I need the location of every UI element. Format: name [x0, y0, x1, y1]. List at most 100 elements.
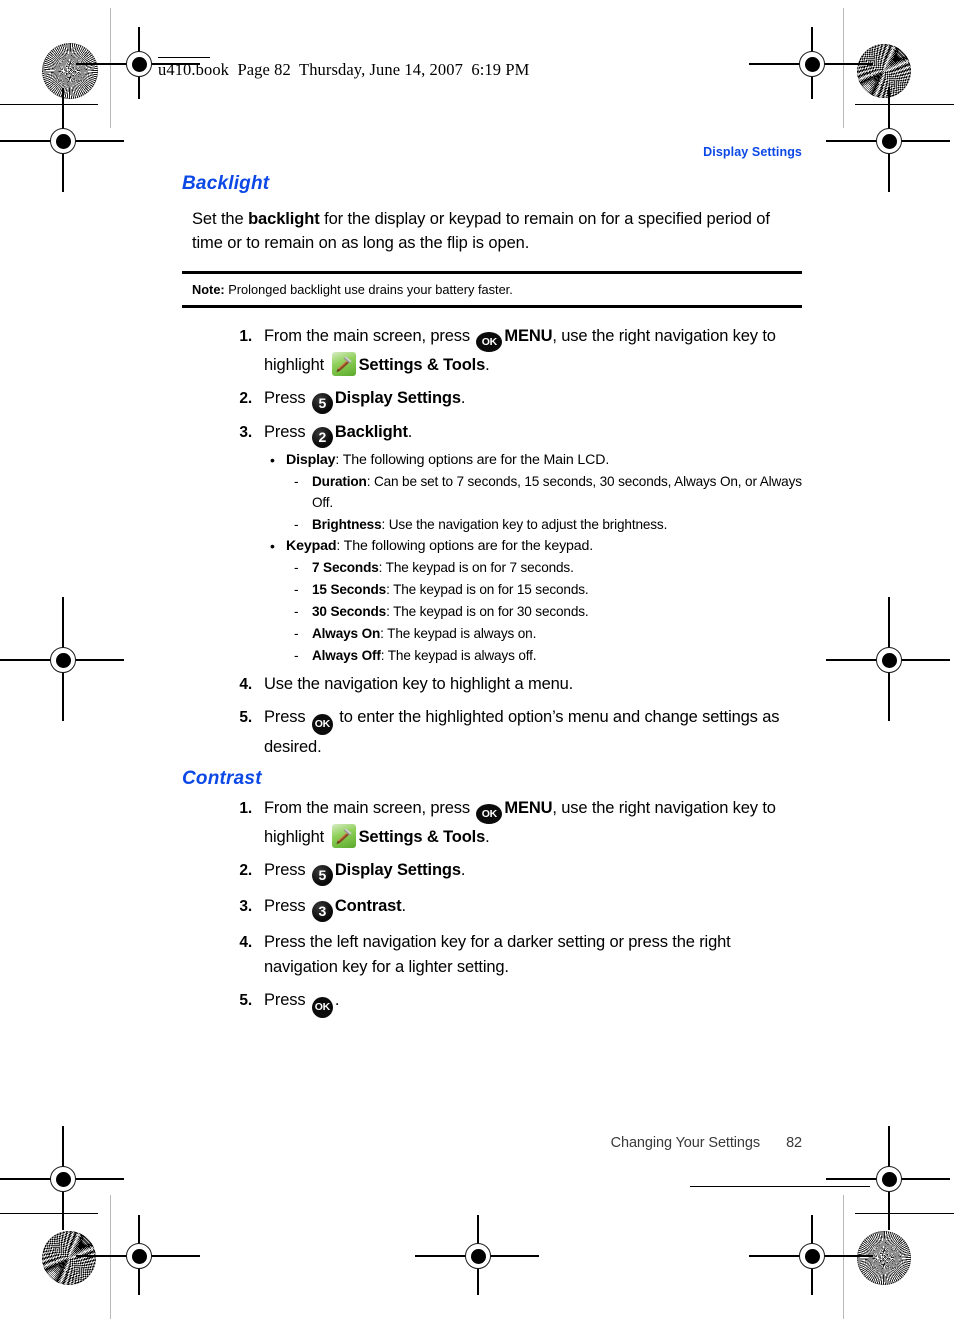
footer-chapter: Changing Your Settings — [610, 1135, 760, 1151]
dash-marker: - — [294, 582, 299, 597]
step-item: 2. Press 5 Display Settings. — [182, 858, 802, 886]
number-key-2-icon: 2 — [311, 427, 333, 448]
sub-desc: : The keypad is always off. — [380, 648, 537, 663]
note-label: Note: — [192, 282, 225, 297]
backlight-options-list: • Display: The following options are for … — [264, 450, 802, 666]
number-key-5-icon: 5 — [311, 393, 333, 414]
sub-desc: : Use the navigation key to adjust the b… — [381, 517, 668, 532]
step-item: 3. Press 3 Contrast. — [182, 894, 802, 922]
running-header: Display Settings — [703, 145, 802, 159]
page-footer: Changing Your Settings 82 — [182, 1135, 802, 1151]
step-item: 5. Press OK to enter the highlighted opti… — [182, 705, 802, 760]
sub-desc: : The keypad is on for 30 seconds. — [386, 604, 589, 619]
step-text-end: . — [485, 828, 490, 846]
dash-marker: - — [294, 517, 299, 532]
note-text: Note: Prolonged backlight use drains you… — [192, 281, 802, 298]
step-text: Press — [264, 991, 310, 1009]
sub-desc: : The keypad is always on. — [380, 626, 537, 641]
step-text: Press — [264, 389, 310, 407]
sub-desc: : Can be set to 7 seconds, 15 seconds, 3… — [312, 474, 802, 510]
step-number: 2. — [239, 862, 252, 879]
trim-rule-top-left — [0, 104, 98, 105]
step-text-end: . — [460, 389, 466, 407]
registration-mark-lower-right — [826, 1126, 950, 1230]
step-number: 3. — [239, 424, 252, 441]
step-number: 5. — [239, 992, 252, 1009]
bullet-item: • Display: The following options are for … — [264, 450, 802, 535]
registration-mark-lower-left — [0, 1126, 124, 1230]
bullet-item: • Keypad: The following options are for t… — [264, 536, 802, 666]
page-title: Backlight — [182, 173, 270, 194]
menu-label: MENU — [504, 799, 553, 817]
trim-guide-left-bottom — [110, 1195, 111, 1319]
backlight-step-list: 1. From the main screen, press OK MENU, us… — [182, 324, 802, 760]
sub-item: - Brightness: Use the navigation key to a… — [286, 514, 802, 535]
intro-paragraph: Set the backlight for the display or key… — [182, 207, 802, 255]
intro-term-backlight: backlight — [248, 210, 320, 228]
ok-key-icon: OK — [476, 332, 503, 352]
dash-marker: - — [294, 626, 299, 641]
sub-desc: : The keypad is on for 15 seconds. — [386, 582, 589, 597]
bullet-marker: • — [270, 452, 275, 468]
step-text: Use the navigation key to highlight a me… — [264, 675, 574, 693]
star-target-bottom-right — [857, 1231, 911, 1285]
registration-mark-bottom-center — [415, 1215, 539, 1295]
number-key-5-icon: 5 — [311, 865, 333, 886]
registration-mark-top-right — [749, 27, 873, 99]
sub-term: 15 Seconds — [312, 582, 387, 597]
step-number: 4. — [239, 676, 252, 693]
option-term: Keypad — [286, 538, 337, 554]
moire-target-bottom-left — [42, 1231, 96, 1285]
step-item: 3. Press 2 Backlight. • Display: The follow… — [182, 420, 802, 666]
step-text: From the main screen, press — [264, 799, 475, 817]
trim-guide-left — [110, 8, 111, 128]
moire-target-top-right — [857, 44, 911, 98]
sub-term: Always On — [312, 626, 381, 641]
trim-guide-right — [843, 8, 844, 128]
step-number: 3. — [239, 898, 252, 915]
sub-desc: : The keypad is on for 7 seconds. — [378, 560, 574, 575]
step-item: 4. Press the left navigation key for a da… — [182, 930, 802, 980]
step-number: 5. — [239, 709, 252, 726]
sub-term: 7 Seconds — [312, 560, 379, 575]
registration-mark-mid-left — [0, 597, 124, 721]
page-content: Display Settings Backlight Set the backl… — [182, 145, 802, 1026]
step-item: 1. From the main screen, press OK MENU, us… — [182, 796, 802, 850]
sub-item: -15 Seconds: The keypad is on for 15 sec… — [286, 579, 802, 600]
registration-mark-bottom-right — [749, 1215, 873, 1295]
ok-key-icon: OK — [476, 804, 503, 824]
trim-rule-booktag — [158, 57, 210, 58]
trim-rule-top-right — [855, 104, 954, 105]
step-number: 2. — [239, 390, 252, 407]
sub-term: Duration — [312, 474, 367, 489]
step-text-end: . — [460, 861, 466, 879]
sub-term: 30 Seconds — [312, 604, 387, 619]
sub-term: Always Off — [312, 648, 381, 663]
option-desc: : The following options are for the Main… — [335, 452, 610, 468]
settings-tools-icon — [331, 824, 356, 848]
step-number: 4. — [239, 934, 252, 951]
ok-key-icon: OK — [311, 714, 333, 735]
step-number: 1. — [239, 328, 252, 345]
contrast-label: Contrast — [334, 897, 402, 915]
settings-tools-label: Settings & Tools — [358, 356, 486, 374]
step-text: Press — [264, 897, 310, 915]
step-text-end: . — [401, 897, 407, 915]
dash-marker: - — [294, 648, 299, 663]
step-text-end: . — [334, 991, 340, 1009]
section-title-contrast: Contrast — [182, 768, 262, 789]
menu-label: MENU — [504, 327, 553, 345]
sub-item: - Always On: The keypad is always on. — [286, 623, 802, 644]
step-text: Press the left navigation key for a dark… — [264, 933, 731, 976]
step-number: 1. — [239, 800, 252, 817]
step-text-end: . — [407, 423, 413, 441]
dash-marker: - — [294, 560, 299, 575]
sub-item: -7 Seconds: The keypad is on for 7 secon… — [286, 557, 802, 578]
note-block: Note: Prolonged backlight use drains you… — [182, 271, 802, 308]
sub-item: - Always Off: The keypad is always off. — [286, 645, 802, 666]
sub-term: Brightness — [312, 517, 382, 532]
step-text: Press — [264, 423, 310, 441]
settings-tools-label: Settings & Tools — [358, 828, 486, 846]
display-settings-label: Display Settings — [334, 389, 461, 407]
option-desc: : The following options are for the keyp… — [336, 538, 594, 554]
